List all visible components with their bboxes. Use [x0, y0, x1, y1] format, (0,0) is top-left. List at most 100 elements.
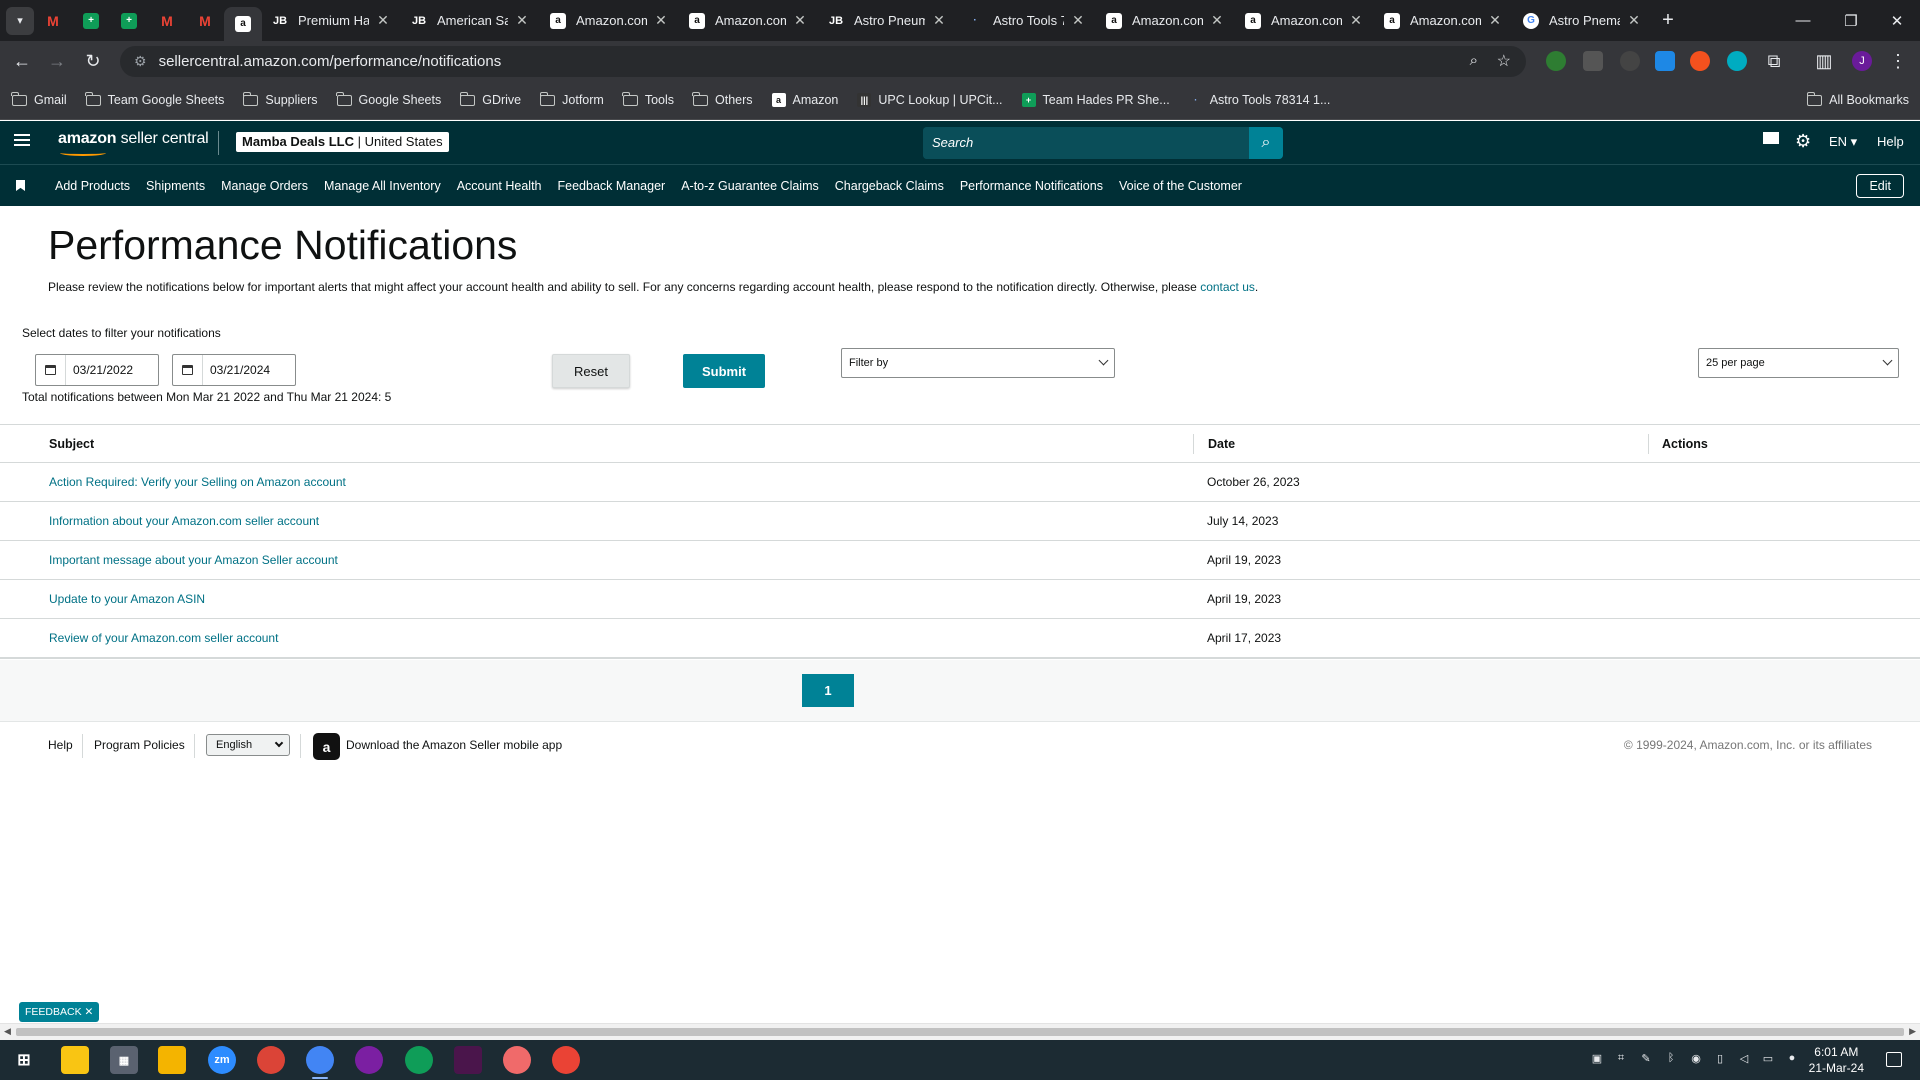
- close-tab-icon[interactable]: ✕: [514, 12, 530, 29]
- pen-tray-icon[interactable]: ✎: [1639, 1052, 1653, 1066]
- usb-tray-icon[interactable]: ▯: [1713, 1052, 1727, 1066]
- pinned-tab[interactable]: M: [148, 5, 186, 37]
- tab-search-dropdown[interactable]: ▾: [6, 6, 34, 35]
- bookmark-item[interactable]: + Team Hades PR She...: [1021, 93, 1170, 107]
- edit-nav-button[interactable]: Edit: [1856, 174, 1904, 198]
- program-policies-link[interactable]: Program Policies: [94, 738, 185, 752]
- chrome-profile-icon[interactable]: [306, 1046, 334, 1074]
- close-tab-icon[interactable]: ✕: [1487, 12, 1503, 29]
- scrollbar-thumb[interactable]: [16, 1028, 1904, 1036]
- browser-tab[interactable]: a Amazon.com ✕: [679, 5, 818, 37]
- pinned-tab[interactable]: M: [34, 5, 72, 37]
- bluetooth-icon[interactable]: ᛒ: [1664, 1052, 1678, 1066]
- date-from-field[interactable]: 03/21/2022: [35, 354, 159, 386]
- footer-help-link[interactable]: Help: [48, 738, 73, 752]
- pinned-tab[interactable]: M: [186, 5, 224, 37]
- hamburger-menu-icon[interactable]: [14, 134, 30, 146]
- bookmark-item[interactable]: Gmail: [11, 91, 67, 107]
- date-to-field[interactable]: 03/21/2024: [172, 354, 296, 386]
- scroll-right-arrow-icon[interactable]: ▶: [1909, 1026, 1916, 1037]
- site-info-icon[interactable]: ⚙: [134, 53, 147, 70]
- restore-icon[interactable]: ❐: [1828, 0, 1874, 41]
- zoom-app-icon[interactable]: zm: [208, 1046, 236, 1074]
- close-icon[interactable]: ✕: [85, 1006, 94, 1018]
- extension-icon[interactable]: [1690, 51, 1710, 71]
- browser-tab[interactable]: JB Premium Ha ✕: [262, 5, 401, 37]
- footer-language-select[interactable]: English: [206, 734, 290, 756]
- zoom-tray-icon[interactable]: ◉: [1689, 1052, 1703, 1066]
- browser-tab[interactable]: JB Astro Pneum ✕: [818, 5, 957, 37]
- reset-button[interactable]: Reset: [552, 354, 630, 388]
- chrome-profile-icon[interactable]: [355, 1046, 383, 1074]
- display-tray-icon[interactable]: ▭: [1761, 1052, 1775, 1066]
- pinned-tab[interactable]: a: [224, 6, 262, 41]
- settings-gear-icon[interactable]: ⚙: [1795, 131, 1811, 152]
- side-panel-icon[interactable]: ▥: [1812, 49, 1836, 73]
- bookmark-item[interactable]: Google Sheets: [335, 91, 441, 107]
- calendar-icon[interactable]: [173, 355, 203, 385]
- date-from-value[interactable]: 03/21/2022: [66, 355, 133, 385]
- close-tab-icon[interactable]: ✕: [1348, 12, 1364, 29]
- minimize-icon[interactable]: —: [1780, 0, 1826, 41]
- nav-link[interactable]: Shipments: [146, 179, 205, 193]
- notification-subject-link[interactable]: Update to your Amazon ASIN: [49, 592, 205, 606]
- seller-central-logo[interactable]: amazon seller central: [58, 130, 209, 156]
- zoom-icon[interactable]: ⌕: [1470, 52, 1478, 69]
- forward-icon[interactable]: →: [45, 49, 69, 73]
- search-button[interactable]: ⌕: [1249, 127, 1283, 159]
- browser-tab[interactable]: · Astro Tools 7 ✕: [957, 5, 1096, 37]
- chrome-profile-icon[interactable]: [552, 1046, 580, 1074]
- help-link[interactable]: Help: [1877, 134, 1904, 149]
- star-bookmark-icon[interactable]: ☆: [1497, 51, 1511, 71]
- all-bookmarks[interactable]: All Bookmarks: [1806, 91, 1909, 107]
- nav-link[interactable]: Add Products: [55, 179, 130, 193]
- account-switcher[interactable]: Mamba Deals LLC | United States: [236, 132, 449, 152]
- notification-subject-link[interactable]: Action Required: Verify your Selling on …: [49, 475, 346, 489]
- page-1-button[interactable]: 1: [802, 674, 854, 707]
- language-selector[interactable]: EN ▾: [1829, 134, 1857, 150]
- browser-tab[interactable]: JB American Sa ✕: [401, 5, 540, 37]
- browser-tab[interactable]: a Amazon.com ✕: [1374, 5, 1513, 37]
- browser-tab[interactable]: G Astro Pnema ✕: [1513, 5, 1652, 37]
- nav-link[interactable]: Chargeback Claims: [835, 179, 944, 193]
- bookmark-item[interactable]: Others: [692, 91, 753, 107]
- close-tab-icon[interactable]: ✕: [1070, 12, 1086, 29]
- nav-link[interactable]: Feedback Manager: [558, 179, 666, 193]
- extension-icon[interactable]: [1546, 51, 1566, 71]
- nav-link[interactable]: Manage All Inventory: [324, 179, 441, 193]
- extension-icon[interactable]: [1727, 51, 1747, 71]
- nav-link[interactable]: Voice of the Customer: [1119, 179, 1242, 193]
- pinned-tab[interactable]: +: [110, 5, 148, 37]
- seller-app-icon[interactable]: a: [313, 733, 340, 760]
- notification-center-icon[interactable]: [1886, 1052, 1902, 1067]
- speaker-icon[interactable]: ◁: [1737, 1052, 1751, 1066]
- bookmark-item[interactable]: · Astro Tools 78314 1...: [1189, 93, 1330, 107]
- submit-button[interactable]: Submit: [683, 354, 765, 388]
- back-icon[interactable]: ←: [10, 49, 34, 73]
- browser-tab[interactable]: a Amazon.com ✕: [1235, 5, 1374, 37]
- file-explorer-icon[interactable]: [158, 1046, 186, 1074]
- reload-icon[interactable]: ↻: [81, 49, 105, 73]
- close-tab-icon[interactable]: ✕: [792, 12, 808, 29]
- bookmark-item[interactable]: Suppliers: [242, 91, 318, 107]
- close-tab-icon[interactable]: ✕: [931, 12, 947, 29]
- filter-by-select[interactable]: Filter by: [841, 348, 1115, 378]
- nav-link[interactable]: Account Health: [457, 179, 542, 193]
- close-tab-icon[interactable]: ✕: [653, 12, 669, 29]
- extension-icon[interactable]: [1655, 51, 1675, 71]
- profile-avatar[interactable]: J: [1852, 51, 1872, 71]
- close-tab-icon[interactable]: ✕: [375, 12, 391, 29]
- notification-subject-link[interactable]: Review of your Amazon.com seller account: [49, 631, 278, 645]
- slack-icon[interactable]: [454, 1046, 482, 1074]
- network-tray-icon[interactable]: ⌗: [1614, 1052, 1628, 1066]
- browser-tab[interactable]: a Amazon.com ✕: [1096, 5, 1235, 37]
- bookmark-item[interactable]: GDrive: [459, 91, 521, 107]
- system-clock[interactable]: 6:01 AM 21-Mar-24: [1809, 1044, 1864, 1076]
- pinned-tab[interactable]: +: [72, 5, 110, 37]
- sticky-notes-icon[interactable]: [61, 1046, 89, 1074]
- date-to-value[interactable]: 03/21/2024: [203, 355, 270, 385]
- search-input[interactable]: Search: [923, 127, 1249, 159]
- horizontal-scrollbar[interactable]: ◀ ▶: [0, 1023, 1920, 1040]
- notification-subject-link[interactable]: Important message about your Amazon Sell…: [49, 553, 338, 567]
- extension-icon[interactable]: [1620, 51, 1640, 71]
